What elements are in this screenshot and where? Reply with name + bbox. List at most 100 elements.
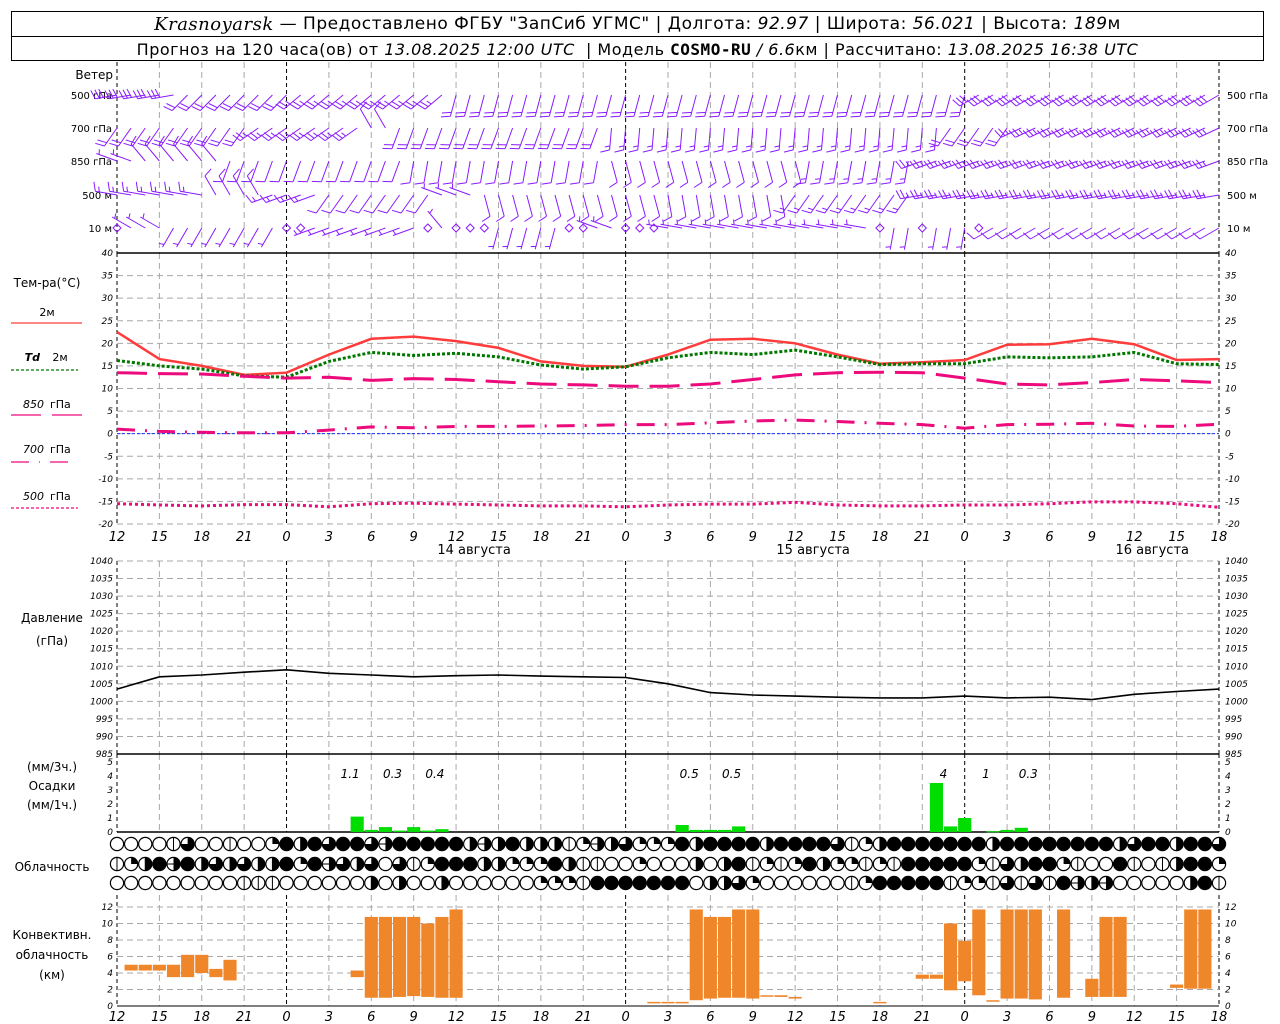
cloud-circle	[152, 875, 167, 891]
cloud-half	[540, 837, 548, 851]
cloud-cover-icon	[787, 856, 803, 872]
cloud-circle	[307, 856, 322, 872]
cloud-cover-icon	[759, 856, 775, 872]
temp-tick-right: -20	[1225, 520, 1240, 530]
wind-barb	[741, 127, 754, 153]
cloud-circle	[646, 875, 662, 891]
cloud-circle	[1028, 836, 1043, 852]
conv-cloud-bar	[1085, 978, 1099, 997]
cloud-circle	[420, 836, 436, 852]
cloud-circle	[943, 836, 958, 852]
wind-barb	[414, 160, 429, 185]
cloud-quarter	[639, 837, 647, 844]
x-tick-label-bottom: 21	[914, 1010, 931, 1024]
cloud-quarter	[583, 837, 590, 844]
cloud-cover-icon	[448, 836, 464, 852]
wind-barb	[899, 227, 909, 250]
conv-tick-right: 8	[1225, 936, 1231, 946]
precip-bar	[689, 829, 703, 832]
conv-tick-right: 2	[1225, 986, 1231, 996]
cloud-circle	[773, 875, 789, 891]
cloud-circle	[138, 875, 153, 891]
cloud-cover-icon	[109, 875, 125, 891]
cloud-cover-icon	[576, 875, 591, 891]
wind-barb	[864, 94, 881, 118]
wind-barb	[405, 194, 429, 214]
wind-barb	[584, 160, 598, 185]
cloud-cover-icon	[236, 875, 252, 891]
altitude-unit: м	[1107, 14, 1121, 34]
pressure-tick-right: 1015	[1225, 645, 1248, 655]
cloud-cover-icon	[533, 856, 549, 872]
pressure-tick-left: 1040	[90, 557, 113, 567]
wind-barb	[794, 94, 810, 118]
wind-barb	[994, 227, 1022, 240]
cloud-cover-icon	[576, 836, 591, 852]
cloud-cover-icon	[123, 875, 139, 891]
cloud-cover-icon	[759, 836, 775, 852]
wind-barb	[719, 194, 729, 222]
wind-barb	[439, 127, 457, 150]
resolution-value: 6.6	[768, 39, 796, 59]
temp-tick-left: -15	[98, 497, 113, 507]
cloud-cover-icon	[1183, 836, 1198, 852]
conv-cloud-bar	[986, 1000, 1000, 1002]
temp-tick-left: 0	[107, 430, 113, 440]
wind-barb	[485, 160, 499, 185]
precip-bar	[732, 826, 746, 832]
calm-wind-icon	[423, 223, 433, 233]
conv-cloud-bar	[181, 954, 195, 978]
header-box: Krasnoyarsk — Предоставлено ФГБУ "ЗапСиб…	[11, 11, 1264, 61]
cloud-circle	[929, 875, 944, 891]
cloud-circle	[1098, 836, 1114, 852]
conv-cloud-bar	[661, 1001, 675, 1004]
conv-cloud-bar	[138, 964, 152, 971]
cloud-half	[1190, 876, 1198, 890]
cloud-circle	[618, 856, 633, 872]
cloud-quarter	[540, 876, 548, 883]
wind-label: Ветер	[75, 68, 113, 82]
x-tick-label: 3	[1003, 530, 1011, 545]
wind-barb	[502, 227, 514, 250]
cloud-cover-icon	[872, 875, 888, 891]
conv-cloud-bar	[378, 916, 392, 998]
cloud-quarter	[865, 876, 873, 883]
wind-barb	[146, 88, 174, 100]
precip-tick-left: 3	[107, 786, 113, 796]
conv-cloud-bar	[915, 974, 929, 979]
wind-barb	[1008, 227, 1036, 240]
cloud-half	[441, 876, 449, 890]
cloud-circle	[886, 836, 902, 852]
cloud-cover-icon	[1127, 856, 1142, 872]
wind-barb	[878, 94, 895, 118]
conv-tick-right: 6	[1225, 953, 1231, 963]
wind-barb	[275, 94, 302, 110]
x-tick-label-bottom: 6	[367, 1010, 375, 1024]
wind-barb	[179, 127, 203, 147]
cloud-cover-icon	[1112, 875, 1128, 891]
wind-barb	[510, 194, 519, 222]
wind-barb	[164, 181, 188, 196]
wind-barb	[956, 227, 966, 250]
cloud-cover-icon	[491, 856, 506, 872]
x-tick-label: 9	[1088, 530, 1096, 545]
cloud-circle	[505, 875, 520, 891]
x-tick-label: 12	[109, 530, 126, 545]
temp-tick-right: -5	[1225, 452, 1234, 462]
wind-barb	[980, 227, 1008, 240]
x-tick-label-bottom: 12	[787, 1010, 804, 1024]
cloud-half	[230, 857, 237, 871]
wind-barb	[829, 219, 852, 229]
wind-barb	[163, 94, 188, 112]
cloud-cover-icon	[505, 836, 520, 852]
cloud-half	[696, 837, 703, 851]
cloud-cover-icon	[745, 856, 760, 872]
wind-barb	[248, 94, 273, 112]
x-tick-label: 0	[961, 530, 969, 545]
pressure-tick-left: 1000	[90, 697, 113, 707]
cloud-cover-icon	[1211, 836, 1227, 852]
wind-level-label-left: 10 м	[89, 224, 112, 235]
cloud-circle	[1197, 875, 1213, 891]
wind-barb	[360, 94, 386, 110]
wind-barb	[707, 160, 717, 188]
